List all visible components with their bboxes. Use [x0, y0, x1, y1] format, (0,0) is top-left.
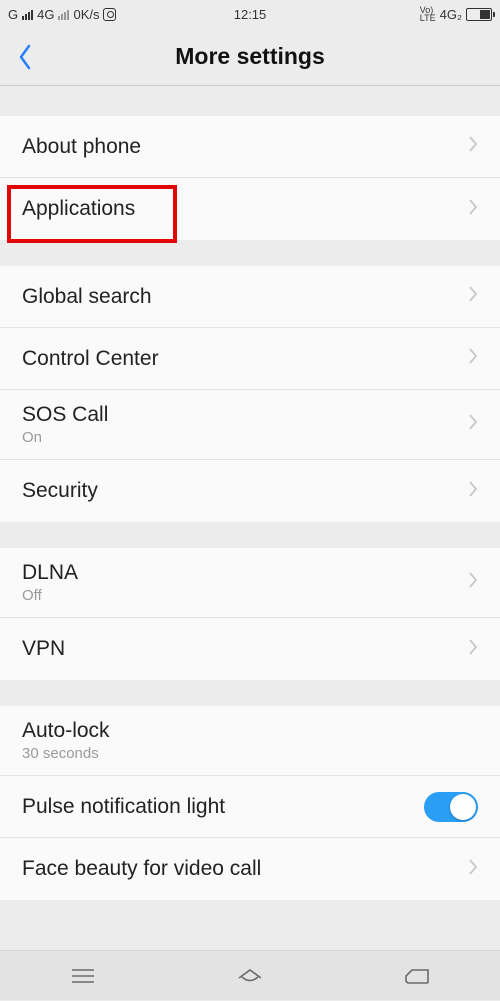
chevron-right-icon	[468, 858, 478, 881]
row-sublabel: 30 seconds	[22, 745, 478, 762]
row-label: About phone	[22, 135, 468, 159]
row-label: Control Center	[22, 347, 468, 371]
chevron-right-icon	[468, 480, 478, 503]
row-applications[interactable]: Applications	[0, 178, 500, 240]
signal-icon	[22, 8, 33, 20]
row-dlna[interactable]: DLNA Off	[0, 548, 500, 618]
carrier-label: G	[8, 7, 18, 22]
home-icon	[235, 965, 265, 987]
row-label: SOS Call	[22, 403, 468, 427]
group-3: DLNA Off VPN	[0, 548, 500, 680]
row-about-phone[interactable]: About phone	[0, 116, 500, 178]
network-label: 4G	[37, 7, 54, 22]
row-security[interactable]: Security	[0, 460, 500, 522]
row-face-beauty[interactable]: Face beauty for video call	[0, 838, 500, 900]
battery-icon	[466, 8, 492, 21]
row-sublabel: Off	[22, 587, 468, 604]
network-label-2: 4G₂	[440, 7, 462, 22]
camera-icon	[103, 8, 116, 21]
chevron-right-icon	[468, 198, 478, 221]
group-1: About phone Applications	[0, 116, 500, 240]
row-vpn[interactable]: VPN	[0, 618, 500, 680]
chevron-right-icon	[468, 285, 478, 308]
header: More settings	[0, 28, 500, 86]
back-button[interactable]	[0, 28, 50, 86]
toggle-switch[interactable]	[424, 792, 478, 822]
page-title: More settings	[0, 43, 500, 70]
row-label: DLNA	[22, 561, 468, 585]
row-global-search[interactable]: Global search	[0, 266, 500, 328]
back-nav-button[interactable]	[382, 951, 452, 1001]
nav-bar	[0, 950, 500, 1000]
settings-list: About phone Applications Global search C…	[0, 86, 500, 900]
row-sos-call[interactable]: SOS Call On	[0, 390, 500, 460]
row-label: Face beauty for video call	[22, 857, 468, 881]
row-label: Auto-lock	[22, 719, 478, 743]
row-label: Global search	[22, 285, 468, 309]
clock: 12:15	[234, 7, 267, 22]
signal-icon-2	[58, 8, 69, 20]
back-icon	[402, 966, 432, 986]
row-label: Security	[22, 479, 468, 503]
group-4: Auto-lock 30 seconds Pulse notification …	[0, 706, 500, 900]
home-button[interactable]	[215, 951, 285, 1001]
menu-button[interactable]	[48, 951, 118, 1001]
chevron-right-icon	[468, 638, 478, 661]
group-2: Global search Control Center SOS Call On…	[0, 266, 500, 522]
row-auto-lock[interactable]: Auto-lock 30 seconds	[0, 706, 500, 776]
row-label: Pulse notification light	[22, 795, 424, 819]
row-pulse-notification[interactable]: Pulse notification light	[0, 776, 500, 838]
data-speed: 0K/s	[73, 7, 99, 22]
row-sublabel: On	[22, 429, 468, 446]
row-label: VPN	[22, 637, 468, 661]
volte-icon: Vo)LTE	[420, 6, 436, 22]
row-label: Applications	[22, 197, 468, 221]
chevron-right-icon	[468, 135, 478, 158]
status-bar: G 4G 0K/s 12:15 Vo)LTE 4G₂	[0, 0, 500, 28]
menu-icon	[69, 966, 97, 986]
row-control-center[interactable]: Control Center	[0, 328, 500, 390]
chevron-left-icon	[17, 43, 33, 71]
chevron-right-icon	[468, 571, 478, 594]
chevron-right-icon	[468, 413, 478, 436]
chevron-right-icon	[468, 347, 478, 370]
